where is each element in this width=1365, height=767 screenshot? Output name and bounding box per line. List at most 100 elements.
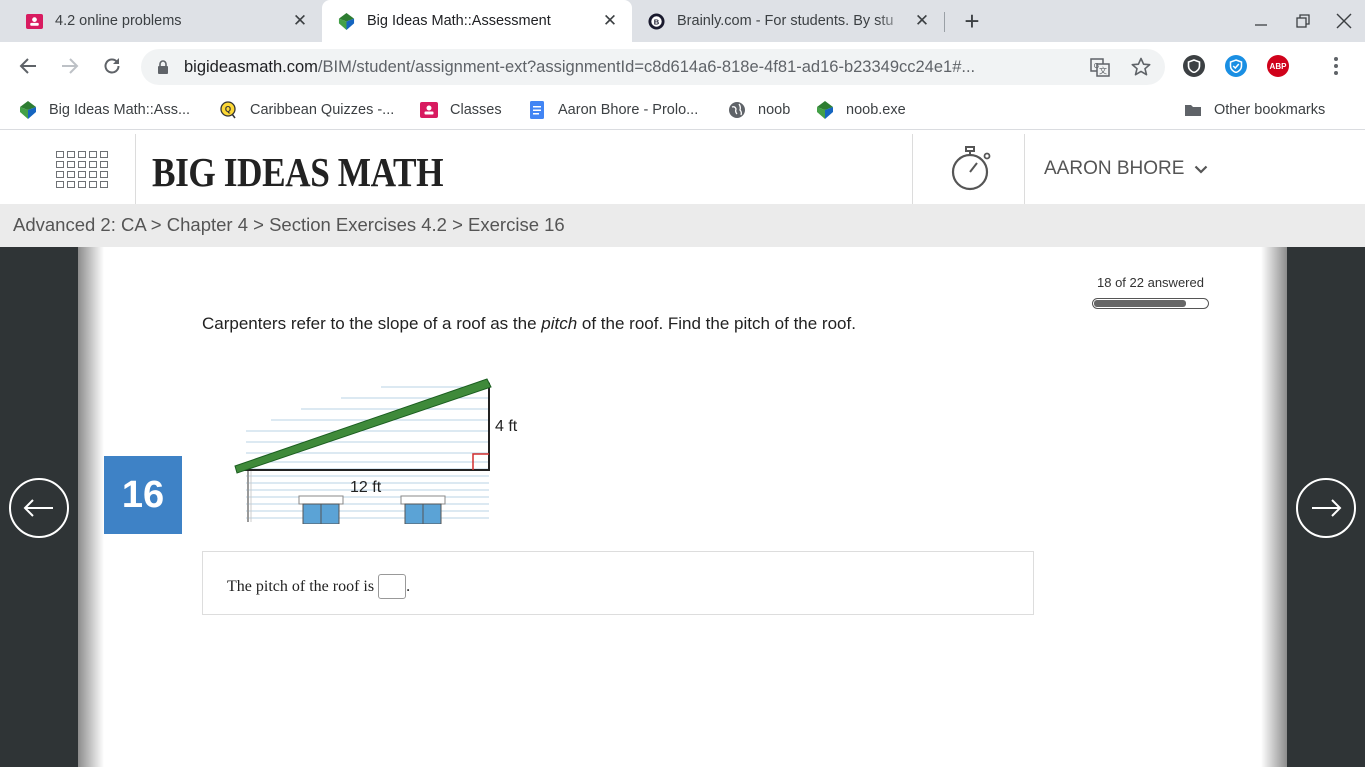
breadcrumb-bar: Advanced 2: CA > Chapter 4 > Section Exe…	[0, 204, 1365, 247]
answer-line: The pitch of the roof is .	[227, 574, 410, 599]
big-ideas-icon	[817, 101, 833, 119]
bookmark-caribbean-quizzes[interactable]: Q Caribbean Quizzes -...	[220, 99, 394, 121]
close-tab-icon[interactable]: ✕	[912, 11, 932, 31]
stopwatch-icon[interactable]	[949, 145, 993, 193]
bookmark-label: Classes	[450, 102, 502, 118]
tab-online-problems[interactable]: 4.2 online problems ✕	[0, 0, 322, 42]
svg-text:G: G	[1094, 63, 1099, 70]
big-ideas-icon	[338, 12, 355, 30]
svg-text:Q: Q	[225, 105, 231, 114]
folder-icon	[1185, 105, 1201, 116]
tab-brainly[interactable]: B Brainly.com - For students. By stu ✕	[632, 0, 944, 42]
abp-label: ABP	[1269, 61, 1287, 71]
window	[298, 495, 344, 524]
arrow-left-icon	[19, 58, 36, 74]
roof-figure: 4 ft 12 ft	[234, 378, 518, 524]
bookmark-noob-exe[interactable]: noob.exe	[816, 99, 906, 121]
exercise-number-badge: 16	[104, 456, 182, 534]
bookmark-label: noob.exe	[846, 102, 906, 118]
close-tab-icon[interactable]: ✕	[600, 11, 620, 31]
close-window-button[interactable]	[1329, 8, 1359, 34]
close-tab-icon[interactable]: ✕	[290, 11, 310, 31]
bookmark-label: noob	[758, 102, 791, 118]
tab-strip: 4.2 online problems ✕ Big Ideas Math::As…	[0, 0, 1365, 42]
question-post: of the roof. Find the pitch of the roof.	[577, 314, 856, 333]
exercise-panel: 18 of 22 answered Carpenters refer to th…	[104, 247, 1261, 767]
bookmark-label: Caribbean Quizzes -...	[250, 102, 395, 118]
apps-grid-icon[interactable]	[56, 151, 110, 188]
shield-check-icon	[1229, 59, 1243, 73]
lock-icon	[158, 60, 168, 74]
tab-title: 4.2 online problems	[55, 13, 182, 29]
address-bar[interactable]: bigideasmath.com/BIM/student/assignment-…	[141, 49, 1165, 85]
classroom-icon	[420, 102, 438, 118]
panel-shadow	[1261, 247, 1287, 767]
brainly-icon: B	[648, 12, 665, 30]
roof-shingles	[234, 378, 492, 474]
adblock-plus-icon[interactable]: ABP	[1267, 55, 1289, 77]
bookmark-label: Aaron Bhore - Prolo...	[558, 102, 699, 118]
restore-icon	[1296, 14, 1310, 28]
shield-icon	[1187, 59, 1201, 73]
docs-icon	[530, 101, 544, 119]
answer-input[interactable]	[378, 574, 407, 599]
tab-title: Brainly.com - For students. By stu	[677, 13, 894, 29]
app-logo: BIG IDEAS MATH	[152, 149, 444, 195]
translate-icon[interactable]: 文G	[1090, 57, 1110, 77]
minimize-icon	[1255, 24, 1267, 26]
tab-separator	[944, 12, 945, 32]
other-bookmarks-label: Other bookmarks	[1214, 102, 1326, 118]
bookmarks-bar: Big Ideas Math::Ass... Q Caribbean Quizz…	[0, 90, 1365, 130]
minimize-button[interactable]	[1246, 8, 1276, 34]
user-name: AARON BHORE	[1044, 158, 1185, 179]
quizzes-icon: Q	[220, 101, 236, 119]
tab-big-ideas-assessment[interactable]: Big Ideas Math::Assessment ✕	[322, 0, 632, 42]
globe-icon	[729, 102, 745, 118]
progress-bar	[1092, 298, 1209, 309]
window	[400, 495, 446, 524]
bookmark-big-ideas[interactable]: Big Ideas Math::Ass...	[19, 99, 190, 121]
star-icon[interactable]	[1131, 57, 1151, 77]
arrow-right-icon	[62, 58, 79, 74]
back-button[interactable]	[14, 52, 42, 80]
reload-icon	[104, 58, 120, 74]
header-divider	[1024, 134, 1025, 204]
question-text: Carpenters refer to the slope of a roof …	[202, 314, 856, 334]
ublock-icon[interactable]	[1183, 55, 1205, 77]
vpn-icon[interactable]	[1225, 55, 1247, 77]
bookmark-noob[interactable]: noob	[728, 99, 790, 121]
rise-label: 4 ft	[495, 418, 518, 435]
restore-button[interactable]	[1288, 8, 1318, 34]
browser-toolbar: bigideasmath.com/BIM/student/assignment-…	[0, 42, 1365, 90]
bookmark-label: Big Ideas Math::Ass...	[49, 102, 191, 118]
question-pre: Carpenters refer to the slope of a roof …	[202, 314, 542, 333]
arrow-right-icon	[1312, 499, 1342, 517]
close-icon	[1336, 13, 1352, 29]
other-bookmarks[interactable]: Other bookmarks	[1184, 99, 1325, 121]
bookmark-aaron-bhore[interactable]: Aaron Bhore - Prolo...	[528, 99, 698, 121]
answer-prefix: The pitch of the roof is	[227, 577, 375, 595]
chevron-down-icon	[1195, 165, 1208, 174]
reload-button[interactable]	[98, 52, 126, 80]
url-host: bigideasmath.com	[184, 58, 318, 76]
run-label: 12 ft	[350, 479, 382, 496]
url-text[interactable]: bigideasmath.com/BIM/student/assignment-…	[184, 58, 1074, 77]
header-divider	[135, 134, 136, 204]
forward-button[interactable]	[56, 52, 84, 80]
new-tab-button[interactable]: +	[958, 8, 986, 36]
breadcrumb: Advanced 2: CA > Chapter 4 > Section Exe…	[13, 214, 565, 235]
arrow-left-icon	[23, 499, 53, 517]
previous-exercise-button[interactable]	[9, 478, 69, 538]
bookmark-classes[interactable]: Classes	[420, 99, 502, 121]
next-exercise-button[interactable]	[1296, 478, 1356, 538]
classroom-icon	[26, 13, 43, 29]
progress-text: 18 of 22 answered	[1097, 275, 1204, 290]
answer-box: The pitch of the roof is .	[202, 551, 1034, 615]
big-ideas-icon	[20, 101, 36, 119]
answer-suffix: .	[406, 577, 411, 595]
browser-menu-button[interactable]	[1326, 55, 1346, 77]
user-menu[interactable]: AARON BHORE	[1044, 158, 1208, 180]
question-emphasis: pitch	[541, 314, 578, 333]
svg-text:B: B	[654, 17, 660, 26]
app-header: BIG IDEAS MATH AARON BHORE	[0, 134, 1365, 204]
